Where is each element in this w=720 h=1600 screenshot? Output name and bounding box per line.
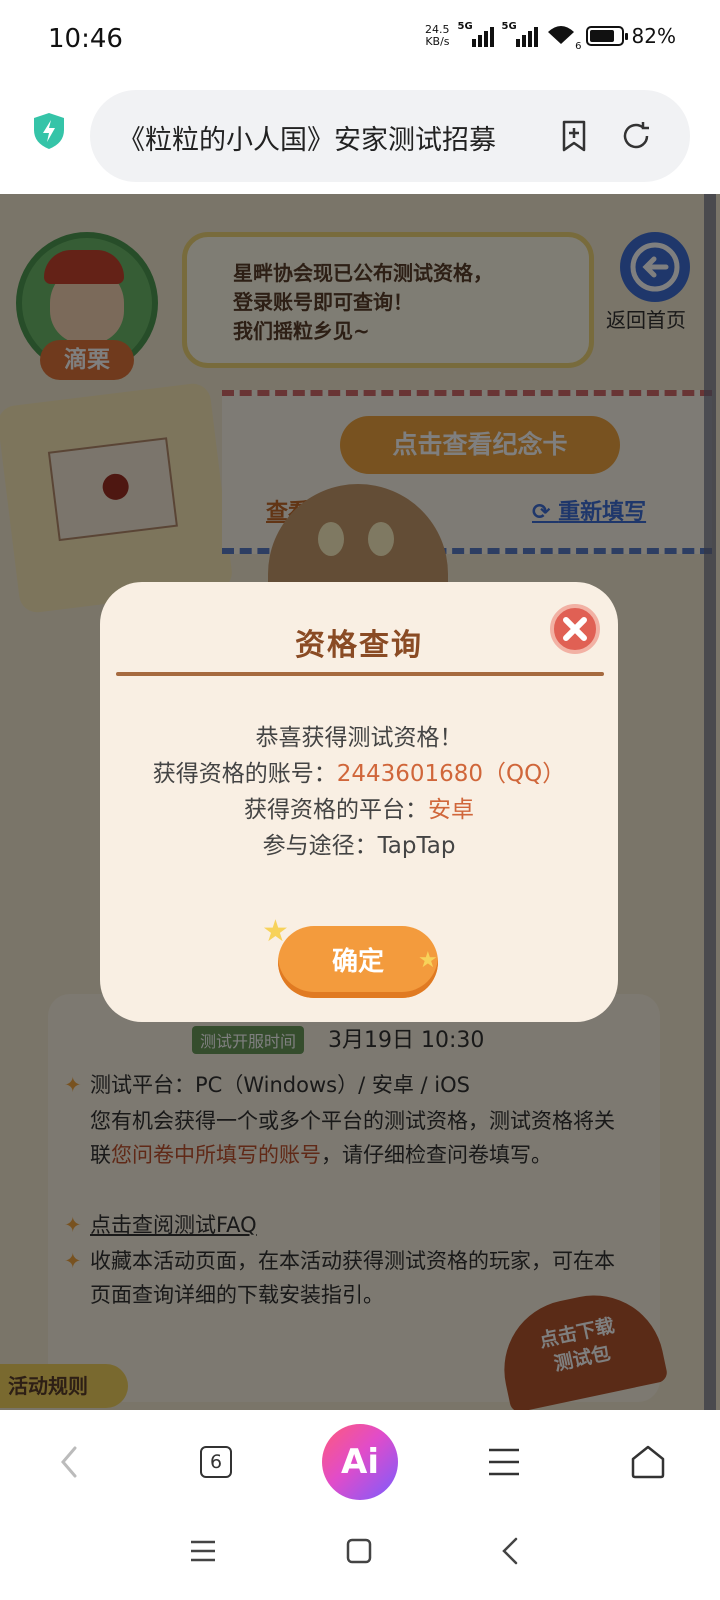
qualification-modal: 资格查询 恭喜获得测试资格！ 获得资格的账号：2443601680（QQ） 获得… bbox=[100, 582, 618, 1022]
address-bar-area: 《粒粒的小人国》安家测试招募 bbox=[0, 84, 720, 194]
network-speed: 24.5 KB/s bbox=[425, 23, 450, 48]
close-icon[interactable] bbox=[550, 604, 600, 654]
home-square-icon[interactable] bbox=[344, 1536, 384, 1576]
wifi-icon: 6 bbox=[546, 24, 582, 52]
refresh-icon[interactable] bbox=[618, 118, 654, 154]
channel-line: 参与途径：TapTap bbox=[262, 833, 456, 859]
status-bar: 10:46 24.5 KB/s 5G 5G 6 82% bbox=[0, 0, 720, 84]
modal-title: 资格查询 bbox=[295, 628, 423, 663]
ai-assistant-button[interactable]: Ai bbox=[322, 1424, 398, 1500]
chevron-left-icon[interactable] bbox=[40, 1432, 100, 1492]
modal-divider bbox=[116, 672, 604, 676]
battery-icon bbox=[585, 26, 628, 46]
platform-line: 获得资格的平台：安卓 bbox=[244, 797, 474, 823]
congrats-text: 恭喜获得测试资格！ bbox=[255, 725, 463, 751]
recents-menu-icon[interactable] bbox=[188, 1536, 228, 1576]
bookmark-add-icon[interactable] bbox=[556, 118, 592, 154]
account-line: 获得资格的账号：2443601680（QQ） bbox=[152, 761, 566, 787]
modal-body: 恭喜获得测试资格！ 获得资格的账号：2443601680（QQ） 获得资格的平台… bbox=[100, 720, 618, 864]
tabs-button[interactable]: 6 bbox=[186, 1432, 246, 1492]
system-nav-bar bbox=[0, 1514, 720, 1600]
signal-icon-2: 5G bbox=[502, 21, 538, 47]
tab-count: 6 bbox=[200, 1446, 232, 1478]
url-title[interactable]: 《粒粒的小人国》安家测试招募 bbox=[118, 118, 528, 157]
status-time: 10:46 bbox=[48, 24, 123, 54]
battery-percent: 82% bbox=[631, 24, 676, 48]
confirm-button[interactable]: 确定 bbox=[278, 926, 438, 998]
status-icons: 24.5 KB/s 5G 5G 6 82% bbox=[425, 21, 676, 52]
url-bar[interactable]: 《粒粒的小人国》安家测试招募 bbox=[90, 90, 690, 182]
back-icon[interactable] bbox=[496, 1536, 536, 1576]
star-icon: ★ bbox=[418, 948, 438, 973]
browser-toolbar: 6 Ai bbox=[0, 1410, 720, 1514]
home-icon[interactable] bbox=[618, 1432, 678, 1492]
signal-icon: 5G bbox=[458, 21, 494, 47]
menu-icon[interactable] bbox=[474, 1432, 534, 1492]
shield-bolt-icon[interactable] bbox=[32, 112, 66, 150]
